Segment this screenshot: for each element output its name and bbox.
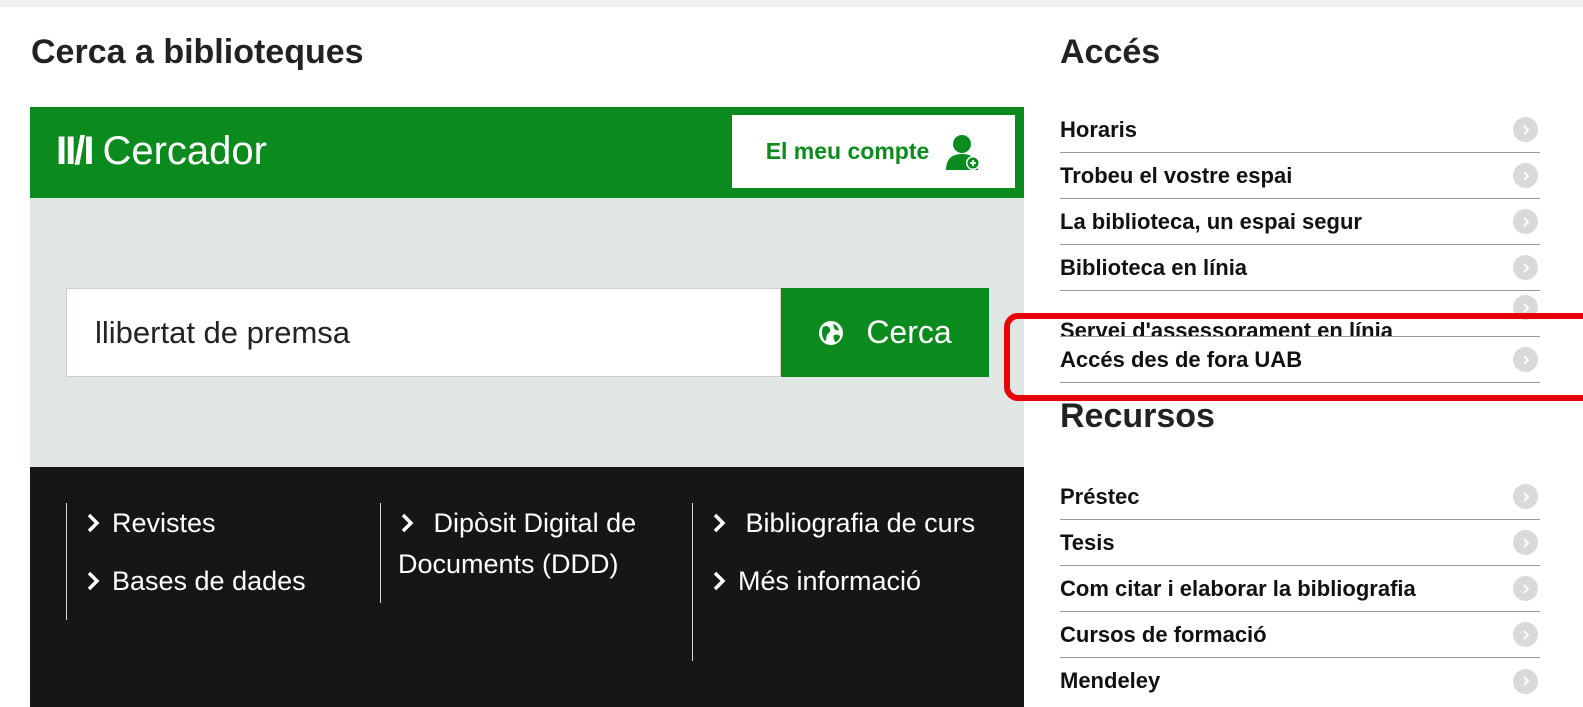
link-label: Revistes (112, 508, 216, 538)
search-button[interactable]: Cerca (781, 288, 989, 377)
search-bar: Cerca (66, 288, 989, 377)
recursos-list: Préstec Tesis Com citar i elaborar la bi… (1060, 474, 1540, 704)
search-box[interactable] (66, 288, 781, 377)
brand-name: Cercador (102, 129, 267, 173)
recursos-item-com-citar[interactable]: Com citar i elaborar la bibliografia (1060, 566, 1540, 612)
link-label: Més informació (738, 566, 922, 596)
user-plus-icon (946, 134, 981, 170)
list-item-label: Cursos de formació (1060, 621, 1267, 647)
quick-links: Revistes Bases de dades Dipòsit Digital … (30, 467, 1024, 707)
section-title-acces: Accés (1060, 33, 1161, 71)
link-label: Bases de dades (112, 566, 306, 596)
acces-item-trobeu-espai[interactable]: Trobeu el vostre espai (1060, 153, 1540, 199)
my-account-label: El meu compte (765, 138, 930, 164)
search-button-label: Cerca (866, 314, 952, 350)
globe-icon (819, 320, 844, 345)
list-item-label: Mendeley (1060, 668, 1161, 693)
page: Cerca a biblioteques II/I Cercador El me… (0, 7, 1583, 707)
acces-item-servei-assessorament[interactable]: Servei d'assessorament en línia (1060, 291, 1540, 337)
link-bases-de-dades[interactable]: Bases de dades (84, 561, 366, 602)
search-widget: II/I Cercador El meu compte llibertat de… (30, 107, 1024, 707)
list-item-label: Horaris (1060, 116, 1138, 142)
section-title-search: Cerca a biblioteques (31, 33, 364, 71)
quick-links-column-2: Dipòsit Digital de Documents (DDD) (380, 503, 680, 603)
chevron-right-icon (401, 513, 414, 533)
search-widget-header: II/I Cercador El meu compte (30, 107, 1024, 198)
circle-arrow-icon (1513, 484, 1538, 509)
recursos-item-mendeley[interactable]: Mendeley (1060, 658, 1540, 704)
circle-arrow-icon (1513, 255, 1538, 280)
circle-arrow-icon (1513, 295, 1538, 320)
link-label: Dipòsit Digital de Documents (DDD) (398, 508, 637, 579)
link-mes-informacio[interactable]: Més informació (710, 561, 992, 602)
list-item-label: Biblioteca en línia (1060, 254, 1248, 280)
circle-arrow-icon (1513, 117, 1538, 142)
link-label: Bibliografia de curs (745, 508, 976, 538)
chevron-right-icon (87, 513, 100, 533)
circle-arrow-icon (1513, 576, 1538, 601)
link-ddd[interactable]: Dipòsit Digital de Documents (DDD) (398, 503, 680, 585)
list-item-label: Tesis (1060, 529, 1115, 555)
circle-arrow-icon (1513, 668, 1538, 694)
list-item-label: Préstec (1060, 483, 1140, 509)
list-item-label: Trobeu el vostre espai (1060, 162, 1293, 188)
recursos-item-prestec[interactable]: Préstec (1060, 474, 1540, 520)
link-bibliografia-de-curs[interactable]: Bibliografia de curs (710, 503, 992, 544)
brand-logo: II/I (56, 129, 94, 173)
list-item-label: La biblioteca, un espai segur (1060, 208, 1362, 234)
acces-item-horaris[interactable]: Horaris (1060, 107, 1540, 153)
recursos-item-cursos-formacio[interactable]: Cursos de formació (1060, 612, 1540, 658)
chevron-right-icon (713, 513, 726, 533)
chevron-right-icon (87, 571, 100, 591)
chevron-right-icon (713, 571, 726, 591)
circle-arrow-icon (1513, 209, 1538, 234)
circle-arrow-icon (1513, 163, 1538, 188)
quick-links-column-1: Revistes Bases de dades (66, 503, 366, 620)
link-revistes[interactable]: Revistes (84, 503, 366, 544)
circle-arrow-icon (1513, 530, 1538, 555)
circle-arrow-icon (1513, 347, 1538, 372)
list-item-label: Accés des de fora UAB (1060, 346, 1303, 372)
acces-item-acces-fora-uab[interactable]: Accés des de fora UAB (1060, 337, 1540, 383)
quick-links-column-3: Bibliografia de curs Més informació (692, 503, 992, 661)
list-item-label: Com citar i elaborar la bibliografia (1060, 575, 1416, 601)
acces-list: Horaris Trobeu el vostre espai La biblio… (1060, 107, 1540, 383)
acces-item-espai-segur[interactable]: La biblioteca, un espai segur (1060, 199, 1540, 245)
my-account-button[interactable]: El meu compte (732, 115, 1015, 188)
list-item-label: Servei d'assessorament en línia (1060, 318, 1393, 337)
section-title-recursos: Recursos (1060, 397, 1215, 435)
brand[interactable]: II/I Cercador (56, 129, 267, 174)
recursos-item-tesis[interactable]: Tesis (1060, 520, 1540, 566)
search-input[interactable] (95, 314, 780, 351)
circle-arrow-icon (1513, 622, 1538, 647)
acces-item-biblioteca-en-linia[interactable]: Biblioteca en línia (1060, 245, 1540, 291)
